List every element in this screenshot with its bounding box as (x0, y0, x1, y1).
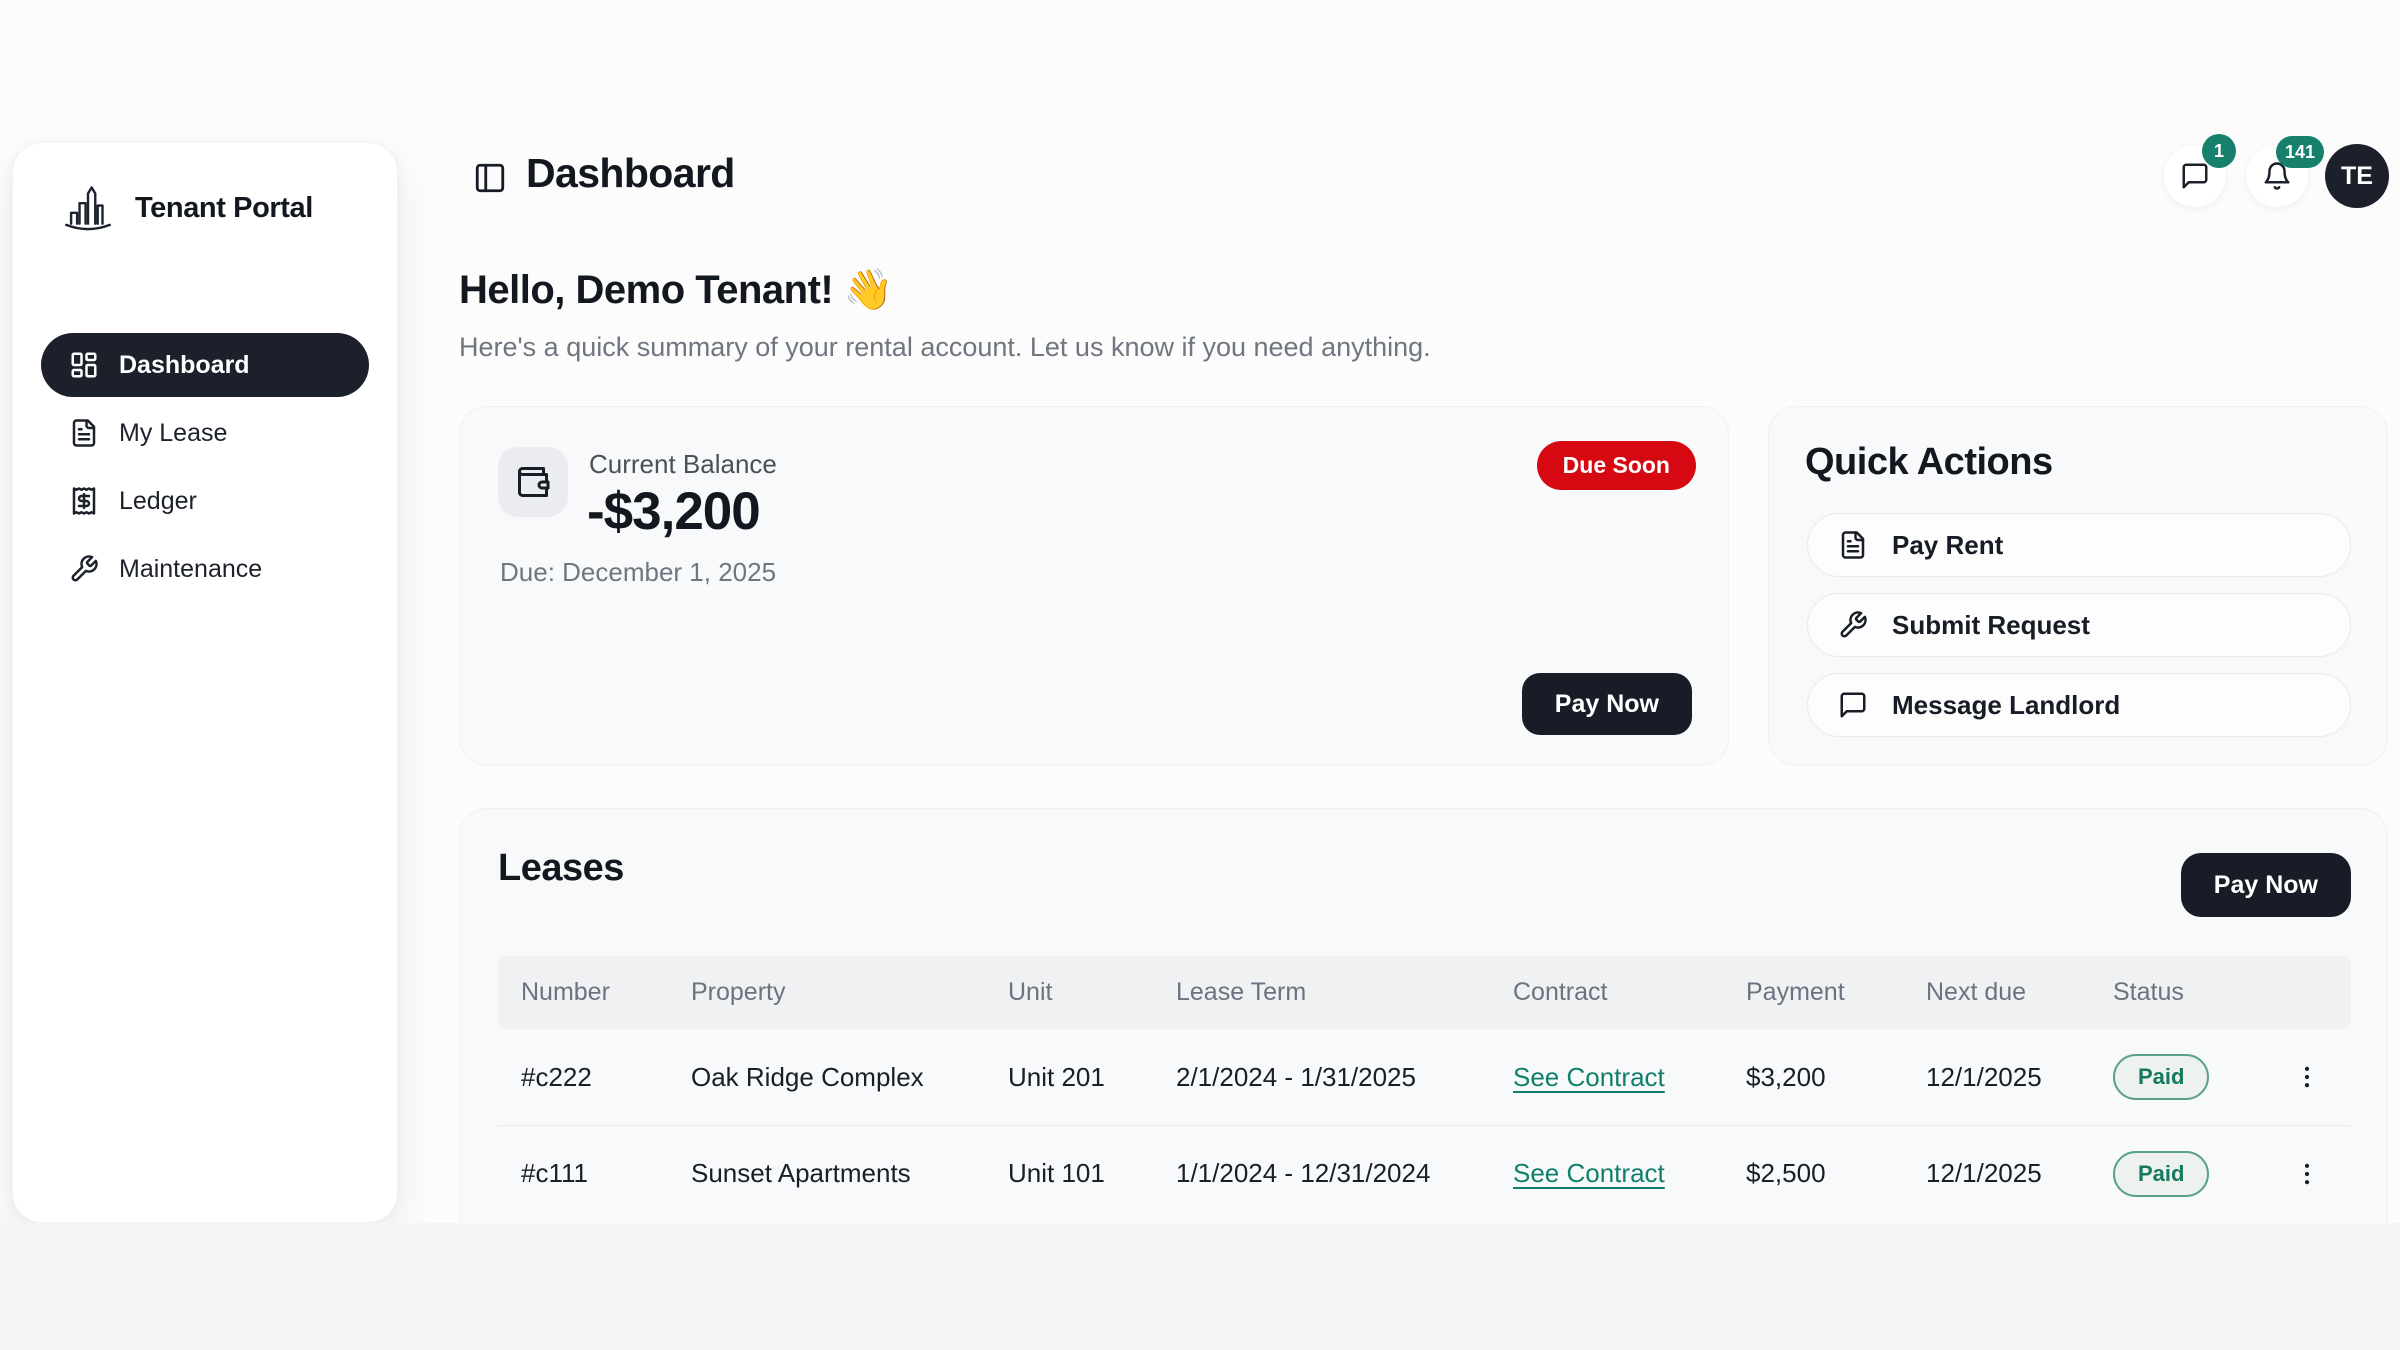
message-icon (1838, 690, 1868, 720)
greeting-subtitle: Here's a quick summary of your rental ac… (459, 332, 1431, 363)
status-badge: Paid (2113, 1054, 2209, 1100)
layout-dashboard-icon (69, 350, 99, 380)
leases-pay-now-button[interactable]: Pay Now (2181, 853, 2351, 917)
pay-rent-button[interactable]: Pay Rent (1807, 513, 2351, 577)
unit-cell: Unit 201 (1008, 1062, 1176, 1093)
status-badge: Paid (2113, 1151, 2209, 1197)
buildings-logo-icon (59, 179, 117, 237)
quick-actions-card: Quick Actions Pay Rent Submit Request (1768, 406, 2388, 766)
page-bottom-strip (0, 1223, 2400, 1350)
lease-term-cell: 2/1/2024 - 1/31/2025 (1176, 1062, 1513, 1093)
sidebar-toggle-button[interactable] (468, 156, 512, 200)
wallet-icon-box (498, 447, 568, 517)
property-cell: Oak Ridge Complex (691, 1062, 1008, 1093)
pay-now-button[interactable]: Pay Now (1522, 673, 1692, 735)
table-header-row: Number Property Unit Lease Term Contract… (498, 956, 2351, 1029)
sidebar-item-ledger[interactable]: Ledger (41, 469, 369, 533)
avatar[interactable]: TE (2325, 144, 2389, 208)
lease-term-cell: 1/1/2024 - 12/31/2024 (1176, 1158, 1513, 1189)
wallet-icon (515, 464, 551, 500)
page-title: Dashboard (526, 150, 735, 197)
action-label: Submit Request (1892, 610, 2090, 641)
balance-amount: -$3,200 (587, 481, 760, 542)
brand-name: Tenant Portal (135, 192, 313, 225)
row-menu-button[interactable] (2285, 1152, 2329, 1196)
property-cell: Sunset Apartments (691, 1158, 1008, 1189)
due-date-text: Due: December 1, 2025 (500, 557, 776, 588)
wrench-icon (1838, 610, 1868, 640)
column-header-lease-term: Lease Term (1176, 978, 1513, 1007)
payment-cell: $3,200 (1746, 1062, 1926, 1093)
column-header-status: Status (2113, 978, 2263, 1007)
see-contract-link[interactable]: See Contract (1513, 1158, 1746, 1189)
receipt-icon (69, 486, 99, 516)
notifications-count-badge: 141 (2276, 136, 2324, 168)
table-row: #c222 Oak Ridge Complex Unit 201 2/1/202… (498, 1029, 2351, 1125)
file-text-icon (69, 418, 99, 448)
submit-request-button[interactable]: Submit Request (1807, 593, 2351, 657)
greeting-title: Hello, Demo Tenant! 👋 (459, 266, 893, 313)
current-balance-card: Current Balance -$3,200 Due Soon Due: De… (459, 406, 1729, 766)
see-contract-link[interactable]: See Contract (1513, 1062, 1746, 1093)
column-header-unit: Unit (1008, 978, 1176, 1007)
sidebar-nav: Dashboard My Lease Ledger (13, 333, 397, 601)
sidebar-item-dashboard[interactable]: Dashboard (41, 333, 369, 397)
tenant-portal-page: Tenant Portal Dashboard My Lease (0, 0, 2400, 1350)
sidebar: Tenant Portal Dashboard My Lease (12, 142, 398, 1223)
lease-number-cell: #c222 (521, 1062, 691, 1093)
messages-count-badge: 1 (2202, 134, 2236, 168)
row-menu-button[interactable] (2285, 1055, 2329, 1099)
panel-left-icon (473, 161, 507, 195)
leases-card: Leases Pay Now Number Property Unit Leas… (459, 808, 2388, 1278)
kebab-menu-icon (2293, 1063, 2321, 1091)
sidebar-item-label: Ledger (119, 487, 197, 516)
table-row: #c111 Sunset Apartments Unit 101 1/1/202… (498, 1125, 2351, 1221)
column-header-contract: Contract (1513, 978, 1746, 1007)
next-due-cell: 12/1/2025 (1926, 1158, 2113, 1189)
payment-cell: $2,500 (1746, 1158, 1926, 1189)
sidebar-item-my-lease[interactable]: My Lease (41, 401, 369, 465)
wrench-icon (69, 554, 99, 584)
column-header-property: Property (691, 978, 1008, 1007)
sidebar-item-label: Dashboard (119, 351, 250, 380)
due-soon-badge: Due Soon (1537, 441, 1696, 490)
quick-actions-title: Quick Actions (1805, 441, 2053, 484)
unit-cell: Unit 101 (1008, 1158, 1176, 1189)
column-header-payment: Payment (1746, 978, 1926, 1007)
sidebar-item-label: Maintenance (119, 555, 262, 584)
message-landlord-button[interactable]: Message Landlord (1807, 673, 2351, 737)
sidebar-item-label: My Lease (119, 419, 227, 448)
leases-table: Number Property Unit Lease Term Contract… (498, 956, 2351, 1221)
quick-actions-list: Pay Rent Submit Request Message Landlord (1807, 513, 2351, 737)
sidebar-item-maintenance[interactable]: Maintenance (41, 537, 369, 601)
column-header-number: Number (521, 978, 691, 1007)
action-label: Pay Rent (1892, 530, 2003, 561)
next-due-cell: 12/1/2025 (1926, 1062, 2113, 1093)
lease-number-cell: #c111 (521, 1158, 691, 1189)
kebab-menu-icon (2293, 1160, 2321, 1188)
column-header-next-due: Next due (1926, 978, 2113, 1007)
file-text-icon (1838, 530, 1868, 560)
chat-bubble-icon (2180, 161, 2210, 191)
leases-title: Leases (498, 847, 624, 890)
action-label: Message Landlord (1892, 690, 2120, 721)
brand: Tenant Portal (13, 143, 397, 237)
balance-label: Current Balance (589, 449, 777, 480)
